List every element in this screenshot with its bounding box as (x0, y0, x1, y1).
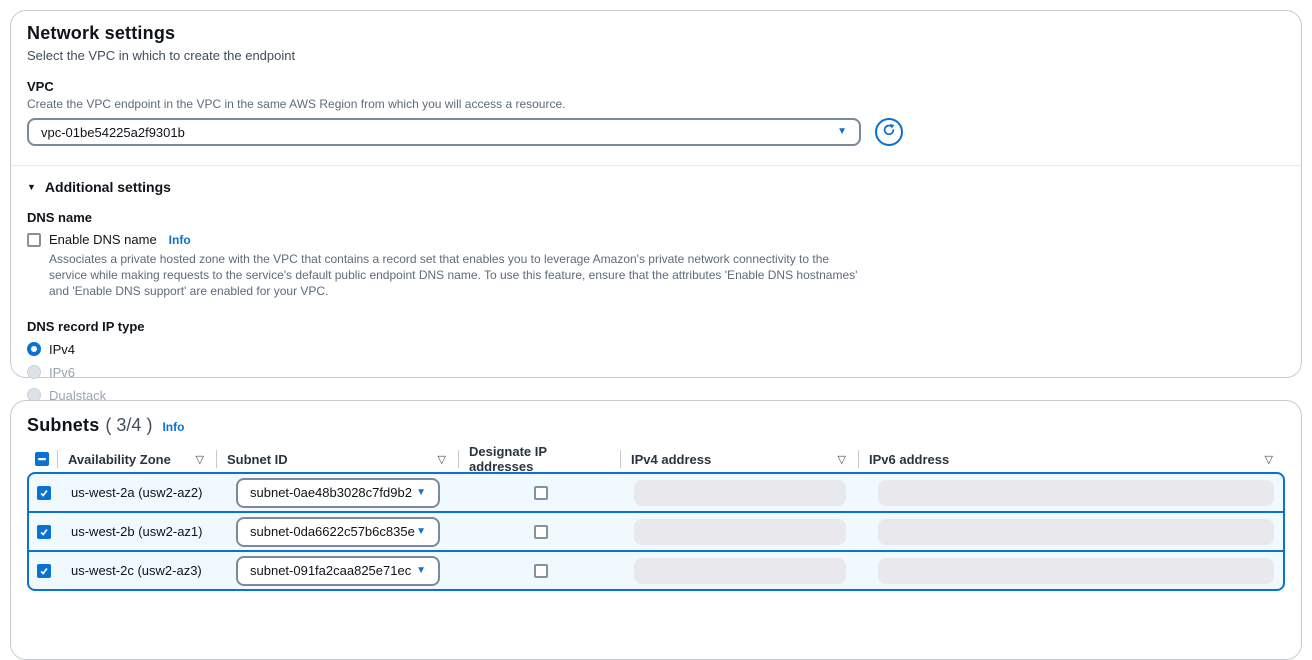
subnet-id-value: subnet-091fa2caa825e71ec (250, 563, 411, 578)
refresh-icon (882, 123, 896, 142)
subnets-info-link[interactable]: Info (162, 420, 184, 434)
ipv4-address-cell (622, 480, 860, 506)
ipv4-address-cell (622, 558, 860, 584)
availability-zone-cell: us-west-2a (usw2-az2) (59, 485, 218, 500)
enable-dns-name-checkbox-label: Enable DNS name (49, 232, 157, 247)
subnet-id-value: subnet-0da6622c57b6c835e (250, 524, 415, 539)
designate-ip-checkbox[interactable] (534, 486, 548, 500)
subnets-counter: ( 3/4 ) (105, 415, 152, 436)
row-checkbox-cell (29, 564, 59, 578)
section-divider (11, 165, 1301, 166)
vpc-select[interactable]: vpc-01be54225a2f9301b ▼ (27, 118, 861, 146)
designate-ip-checkbox[interactable] (534, 564, 548, 578)
subnets-panel: Subnets ( 3/4 ) Info Availability Zone ▽… (10, 400, 1302, 660)
additional-settings-expander[interactable]: ▼ Additional settings (27, 179, 1285, 195)
header-designate-ip-label: Designate IP addresses (469, 444, 608, 474)
header-ipv6-address: IPv6 address ▽ (858, 450, 1285, 468)
row-checkbox[interactable] (37, 486, 51, 500)
header-designate-ip: Designate IP addresses (458, 450, 620, 468)
radio-option-ipv6: IPv6 (27, 365, 1285, 380)
dns-name-description: Associates a private hosted zone with th… (49, 251, 861, 300)
table-row: us-west-2c (usw2-az3) subnet-091fa2caa82… (27, 550, 1285, 591)
subnet-id-select[interactable]: subnet-0da6622c57b6c835e ▼ (236, 517, 440, 547)
chevron-down-icon: ▼ (416, 488, 426, 498)
sort-icon[interactable]: ▽ (838, 453, 846, 466)
subnets-title-line: Subnets ( 3/4 ) Info (27, 415, 1285, 436)
radio-option-ipv4: IPv4 (27, 342, 1285, 357)
sort-icon[interactable]: ▽ (1265, 453, 1273, 466)
chevron-down-icon: ▼ (837, 127, 847, 137)
availability-zone-cell: us-west-2c (usw2-az3) (59, 563, 218, 578)
designate-ip-cell (460, 564, 622, 578)
ipv6-address-cell (860, 480, 1283, 506)
chevron-down-icon: ▼ (416, 527, 426, 537)
table-row: us-west-2b (usw2-az1) subnet-0da6622c57b… (27, 511, 1285, 552)
ipv4-radio[interactable] (27, 342, 41, 356)
ipv4-address-cell (622, 519, 860, 545)
ipv4-address-field (634, 480, 846, 506)
subnet-id-value: subnet-0ae48b3028c7fd9b2 (250, 485, 412, 500)
row-checkbox-cell (29, 486, 59, 500)
sort-icon[interactable]: ▽ (438, 453, 446, 466)
additional-settings-label: Additional settings (45, 179, 171, 195)
designate-ip-cell (460, 525, 622, 539)
enable-dns-name-row: Enable DNS name Info (27, 232, 1285, 247)
ipv6-address-cell (860, 519, 1283, 545)
vpc-label: VPC (27, 79, 1285, 94)
header-subnet-id: Subnet ID ▽ (216, 450, 458, 468)
header-availability-zone: Availability Zone ▽ (57, 450, 216, 468)
expand-triangle-icon: ▼ (27, 182, 36, 192)
vpc-description: Create the VPC endpoint in the VPC in th… (27, 97, 1285, 111)
dns-name-label: DNS name (27, 210, 1285, 225)
vpc-select-value: vpc-01be54225a2f9301b (41, 125, 185, 140)
subnet-id-select[interactable]: subnet-0ae48b3028c7fd9b2 ▼ (236, 478, 440, 508)
dns-name-info-link[interactable]: Info (169, 233, 191, 247)
ipv6-address-field (878, 558, 1274, 584)
row-checkbox-cell (29, 525, 59, 539)
subnets-title: Subnets (27, 415, 99, 436)
select-all-checkbox[interactable] (35, 452, 49, 466)
ipv6-radio-label: IPv6 (49, 365, 75, 380)
table-header-row: Availability Zone ▽ Subnet ID ▽ Designat… (27, 446, 1285, 472)
ipv4-address-field (634, 558, 846, 584)
ipv4-address-field (634, 519, 846, 545)
ipv6-radio (27, 365, 41, 379)
availability-zone-cell: us-west-2b (usw2-az1) (59, 524, 218, 539)
header-ipv4-address-label: IPv4 address (631, 452, 711, 467)
header-ipv4-address: IPv4 address ▽ (620, 450, 858, 468)
ipv6-address-field (878, 519, 1274, 545)
enable-dns-name-checkbox[interactable] (27, 233, 41, 247)
designate-ip-checkbox[interactable] (534, 525, 548, 539)
header-ipv6-address-label: IPv6 address (869, 452, 949, 467)
subnet-id-select[interactable]: subnet-091fa2caa825e71ec ▼ (236, 556, 440, 586)
sort-icon[interactable]: ▽ (196, 453, 204, 466)
subnet-id-cell: subnet-091fa2caa825e71ec ▼ (218, 556, 460, 586)
header-checkbox-cell (27, 452, 57, 466)
page-title: Network settings (27, 23, 1285, 44)
chevron-down-icon: ▼ (416, 566, 426, 576)
subnet-id-cell: subnet-0da6622c57b6c835e ▼ (218, 517, 460, 547)
vpc-select-row: vpc-01be54225a2f9301b ▼ (27, 118, 1285, 146)
panel-subtitle: Select the VPC in which to create the en… (27, 48, 1285, 63)
row-checkbox[interactable] (37, 564, 51, 578)
designate-ip-cell (460, 486, 622, 500)
ipv4-radio-label: IPv4 (49, 342, 75, 357)
table-row: us-west-2a (usw2-az2) subnet-0ae48b3028c… (27, 472, 1285, 513)
row-checkbox[interactable] (37, 525, 51, 539)
dns-record-ip-type-label: DNS record IP type (27, 319, 1285, 334)
header-subnet-id-label: Subnet ID (227, 452, 288, 467)
subnet-id-cell: subnet-0ae48b3028c7fd9b2 ▼ (218, 478, 460, 508)
refresh-button[interactable] (875, 118, 903, 146)
ipv6-address-cell (860, 558, 1283, 584)
network-settings-panel: Network settings Select the VPC in which… (10, 10, 1302, 378)
header-availability-zone-label: Availability Zone (68, 452, 171, 467)
ipv6-address-field (878, 480, 1274, 506)
